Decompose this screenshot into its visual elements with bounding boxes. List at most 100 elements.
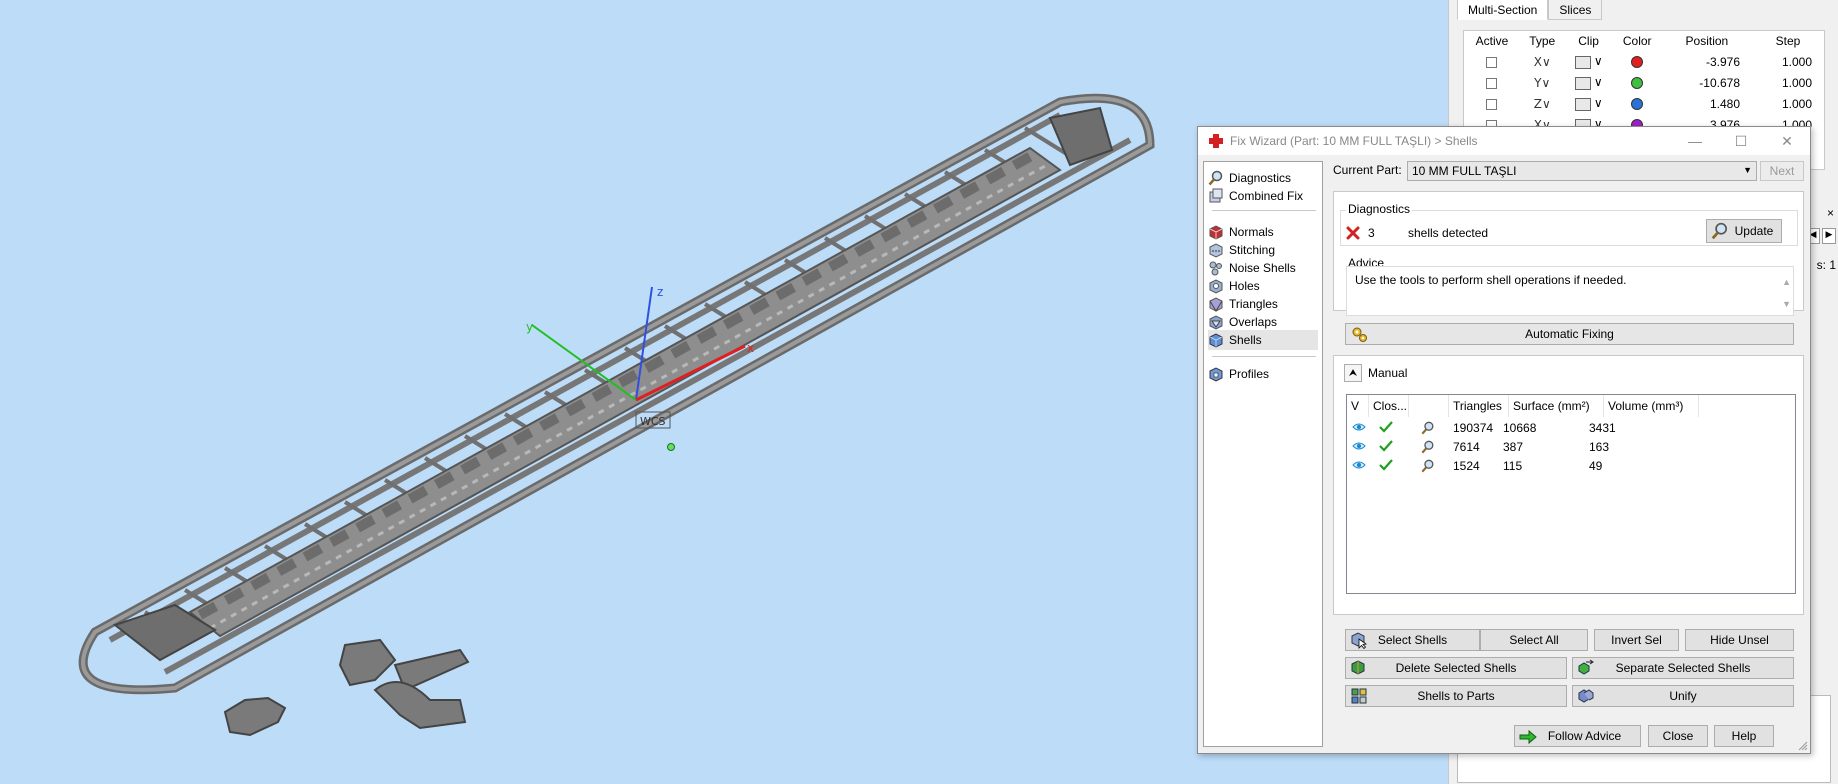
invert-sel-button[interactable]: Invert Sel (1594, 629, 1679, 651)
nav-item-profiles[interactable]: Profiles (1208, 364, 1318, 384)
automatic-fixing-button[interactable]: Automatic Fixing (1345, 323, 1794, 345)
active-checkbox[interactable] (1486, 98, 1498, 110)
stitching-icon (1209, 243, 1223, 258)
nav-item-label: Shells (1229, 333, 1262, 347)
nav-item-holes[interactable]: Holes (1208, 276, 1318, 296)
table-row[interactable]: 190374 10668 3431 (1347, 419, 1795, 437)
update-label: Update (1734, 224, 1774, 238)
dialog-titlebar[interactable]: Fix Wizard (Part: 10 MM FULL TAŞLI) > Sh… (1198, 127, 1810, 155)
current-part-select[interactable]: 10 MM FULL TAŞLI ▼ (1407, 161, 1757, 181)
table-row: Y∨ ∨ -10.678 1.000 (1464, 72, 1824, 93)
fix-wizard-dialog: Fix Wizard (Part: 10 MM FULL TAŞLI) > Sh… (1197, 126, 1811, 754)
clip-box-icon[interactable] (1574, 55, 1591, 69)
active-checkbox[interactable] (1486, 77, 1498, 89)
col-visible[interactable]: V (1347, 395, 1369, 417)
separate-selected-shells-button[interactable]: Separate Selected Shells (1572, 657, 1794, 679)
active-checkbox[interactable] (1486, 56, 1498, 68)
table-row: Z∨ ∨ 1.480 1.000 (1464, 93, 1824, 114)
col-surface[interactable]: Surface (mm²) (1509, 395, 1604, 417)
current-part-value: 10 MM FULL TAŞLI (1412, 164, 1517, 178)
position-value[interactable]: 1.480 (1662, 93, 1752, 114)
hide-unsel-button[interactable]: Hide Unsel (1685, 629, 1794, 651)
nav-item-triangles[interactable]: Triangles (1208, 294, 1318, 314)
step-value[interactable]: 1.000 (1752, 93, 1824, 114)
eye-icon[interactable] (1352, 440, 1366, 452)
nav-item-label: Profiles (1229, 367, 1270, 381)
position-value[interactable]: -10.678 (1662, 72, 1752, 93)
nav-item-stitching[interactable]: Stitching (1208, 240, 1318, 260)
automatic-fixing-label: Automatic Fixing (1525, 327, 1614, 341)
nav-item-normals[interactable]: Normals (1208, 222, 1318, 242)
nav-item-overlaps[interactable]: Overlaps (1208, 312, 1318, 332)
type-dropdown[interactable]: Y∨ (1520, 72, 1565, 93)
panel-edge-text: s: 1 (1816, 258, 1836, 272)
color-swatch[interactable] (1631, 77, 1644, 90)
type-dropdown[interactable]: X∨ (1520, 51, 1565, 72)
clip-box-icon[interactable] (1574, 97, 1591, 111)
color-swatch[interactable] (1631, 98, 1644, 111)
panel-close-icon[interactable]: × (1827, 206, 1834, 220)
select-shells-button[interactable]: Select Shells (1345, 629, 1480, 651)
delete-selected-shells-button[interactable]: Delete Selected Shells (1345, 657, 1567, 679)
col-active: Active (1475, 34, 1509, 48)
table-row[interactable]: 7614 387 163 (1347, 438, 1795, 456)
table-row[interactable]: 1524 115 49 (1347, 457, 1795, 475)
unify-button[interactable]: Unify (1572, 685, 1794, 707)
select-all-button[interactable]: Select All (1480, 629, 1588, 651)
col-zoom[interactable] (1409, 395, 1449, 417)
close-window-button[interactable]: ✕ (1764, 127, 1810, 155)
update-button[interactable]: Update (1706, 219, 1782, 243)
position-value[interactable]: -3.976 (1662, 51, 1752, 72)
nav-item-label: Overlaps (1229, 315, 1278, 329)
magnifier-icon[interactable] (1421, 421, 1435, 435)
magnifier-icon[interactable] (1421, 459, 1435, 473)
col-triangles[interactable]: Triangles (1449, 395, 1509, 417)
follow-advice-button[interactable]: Follow Advice (1514, 725, 1641, 747)
pivot-point[interactable] (667, 443, 675, 451)
next-button[interactable]: Next (1760, 161, 1804, 181)
resize-grip-icon[interactable] (1798, 741, 1808, 751)
chevron-up-icon: ⮝ (1348, 367, 1358, 379)
step-value[interactable]: 1.000 (1752, 72, 1824, 93)
unify-label: Unify (1669, 689, 1697, 703)
surface-value: 10668 (1503, 421, 1537, 435)
nav-item-shells[interactable]: Shells (1208, 330, 1318, 350)
nav-item-combined-fix[interactable]: Combined Fix (1208, 186, 1318, 206)
mesh-loose-parts (223, 638, 470, 737)
advice-text: Use the tools to perform shell operation… (1355, 273, 1627, 287)
chevron-down-icon: ▼ (1743, 165, 1752, 175)
advice-scroll-icon[interactable]: ▲ ▼ (1782, 271, 1791, 315)
type-dropdown[interactable]: Z∨ (1520, 93, 1565, 114)
col-volume[interactable]: Volume (mm³) (1604, 395, 1699, 417)
col-closed[interactable]: Clos... (1369, 395, 1409, 417)
nav-item-diagnostics[interactable]: Diagnostics (1208, 168, 1318, 188)
volume-value: 3431 (1589, 421, 1616, 435)
shells-list[interactable]: V Clos... Triangles Surface (mm²) Volume… (1346, 394, 1796, 594)
window-buttons: — ☐ ✕ (1672, 127, 1810, 155)
shells-list-header: V Clos... Triangles Surface (mm²) Volume… (1347, 395, 1795, 417)
nav-item-noise-shells[interactable]: Noise Shells (1208, 258, 1318, 278)
separate-shells-icon (1578, 659, 1594, 675)
tab-multi-section[interactable]: Multi-Section (1457, 0, 1549, 20)
help-button[interactable]: Help (1714, 725, 1774, 747)
clip-box-icon[interactable] (1574, 76, 1591, 90)
step-value[interactable]: 1.000 (1752, 51, 1824, 72)
collapse-button[interactable]: ⮝ (1344, 364, 1362, 382)
checkmark-icon (1379, 459, 1393, 471)
color-swatch[interactable] (1631, 56, 1644, 69)
shells-to-parts-button[interactable]: Shells to Parts (1345, 685, 1567, 707)
tab-slices[interactable]: Slices (1548, 0, 1603, 20)
eye-icon[interactable] (1352, 421, 1366, 433)
close-button[interactable]: Close (1648, 725, 1708, 747)
scroll-right-icon[interactable]: ▶ (1822, 228, 1836, 244)
minimize-button[interactable]: — (1672, 127, 1718, 155)
magnifier-icon[interactable] (1421, 440, 1435, 454)
combined-fix-icon (1209, 188, 1223, 203)
holes-icon (1209, 279, 1223, 294)
nav-item-label: Combined Fix (1229, 189, 1304, 203)
surface-value: 115 (1503, 459, 1523, 473)
nav-item-label: Triangles (1229, 297, 1278, 311)
eye-icon[interactable] (1352, 459, 1366, 471)
maximize-button[interactable]: ☐ (1718, 127, 1764, 155)
overlaps-icon (1209, 315, 1223, 330)
